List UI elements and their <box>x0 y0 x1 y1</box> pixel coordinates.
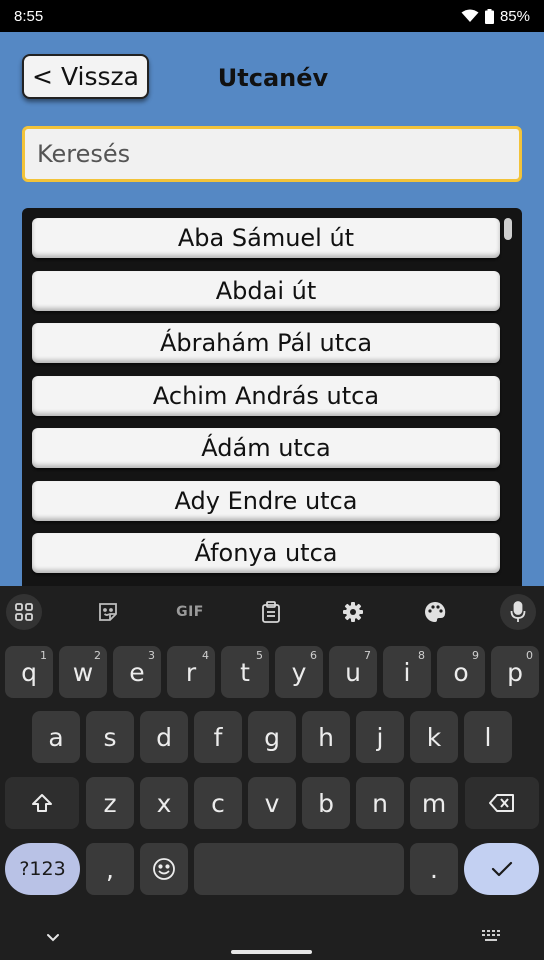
street-list-item[interactable]: Áfonya utca <box>32 533 500 573</box>
key-m[interactable]: m <box>410 777 458 829</box>
navigation-bar <box>0 914 544 960</box>
search-input[interactable] <box>22 126 522 182</box>
list-scrollbar[interactable] <box>504 218 512 240</box>
street-list-item[interactable]: Ádám utca <box>32 428 500 468</box>
symbols-key[interactable]: ?123 <box>5 843 80 895</box>
emoji-icon <box>153 858 175 880</box>
wifi-icon <box>461 9 479 22</box>
page-title: Utcanév <box>217 64 329 92</box>
key-o[interactable]: o9 <box>437 646 485 698</box>
gif-label: GIF <box>176 604 204 620</box>
key-y[interactable]: y6 <box>275 646 323 698</box>
street-list-item[interactable]: Achim András utca <box>32 375 500 416</box>
app-screen: < Vissza Utcanév Aba Sámuel út Abdai út … <box>0 32 544 586</box>
shift-key[interactable] <box>5 777 79 829</box>
street-list-item[interactable]: Aba Sámuel út <box>32 218 500 258</box>
apps-grid-icon[interactable] <box>6 594 42 630</box>
key-e[interactable]: e3 <box>113 646 161 698</box>
key-n[interactable]: n <box>356 777 404 829</box>
on-screen-keyboard: GIF q 1 w 2 e 3 r 4 t 5 y 6 u 7 i 8 o 9 … <box>0 586 544 960</box>
emoji-key[interactable] <box>140 843 188 895</box>
key-j[interactable]: j <box>356 711 404 763</box>
comma-key[interactable]: , <box>86 843 134 895</box>
key-d[interactable]: d <box>140 711 188 763</box>
home-handle[interactable] <box>231 950 312 954</box>
key-c[interactable]: c <box>194 777 242 829</box>
keyboard-switch-icon[interactable] <box>480 926 502 946</box>
key-f[interactable]: f <box>194 711 242 763</box>
key-w[interactable]: w2 <box>59 646 107 698</box>
key-s[interactable]: s <box>86 711 134 763</box>
key-u[interactable]: u7 <box>329 646 377 698</box>
street-list-item[interactable]: Abdai út <box>32 270 500 311</box>
gif-button[interactable]: GIF <box>170 594 210 630</box>
street-list-items: Aba Sámuel út Abdai út Ábrahám Pál utca … <box>32 218 500 586</box>
key-q[interactable]: q1 <box>5 646 53 698</box>
key-v[interactable]: v <box>248 777 296 829</box>
key-h[interactable]: h <box>302 711 350 763</box>
key-g[interactable]: g <box>248 711 296 763</box>
palette-icon[interactable] <box>417 594 453 630</box>
key-t[interactable]: t5 <box>221 646 269 698</box>
checkmark-icon <box>491 861 512 877</box>
key-i[interactable]: i8 <box>383 646 431 698</box>
key-a[interactable]: a <box>32 711 80 763</box>
status-bar: 8:55 85% <box>0 0 544 32</box>
battery-percent: 85% <box>499 7 530 25</box>
space-bar[interactable] <box>194 843 404 895</box>
key-l[interactable]: l <box>464 711 512 763</box>
clipboard-icon[interactable] <box>253 594 289 630</box>
battery-icon <box>484 8 494 24</box>
street-list-item[interactable]: Ábrahám Pál utca <box>32 323 500 363</box>
key-b[interactable]: b <box>302 777 350 829</box>
status-icons: 85% <box>461 8 530 25</box>
backspace-icon <box>489 794 514 812</box>
key-k[interactable]: k <box>410 711 458 763</box>
status-time: 8:55 <box>14 7 44 25</box>
street-list-item[interactable]: Ady Endre utca <box>32 480 500 521</box>
gear-icon[interactable] <box>335 594 371 630</box>
key-z[interactable]: z <box>86 777 134 829</box>
period-key[interactable]: . <box>410 843 458 895</box>
sticker-icon[interactable] <box>90 594 126 630</box>
street-list[interactable]: Aba Sámuel út Abdai út Ábrahám Pál utca … <box>22 208 522 586</box>
keyboard-toolbar: GIF <box>0 586 544 634</box>
chevron-down-icon[interactable] <box>42 926 64 948</box>
microphone-icon[interactable] <box>500 594 536 630</box>
key-x[interactable]: x <box>140 777 188 829</box>
shift-icon <box>32 794 52 812</box>
back-button[interactable]: < Vissza <box>22 54 149 99</box>
enter-key[interactable] <box>464 843 539 895</box>
backspace-key[interactable] <box>465 777 539 829</box>
key-p[interactable]: p0 <box>491 646 539 698</box>
key-r[interactable]: r4 <box>167 646 215 698</box>
